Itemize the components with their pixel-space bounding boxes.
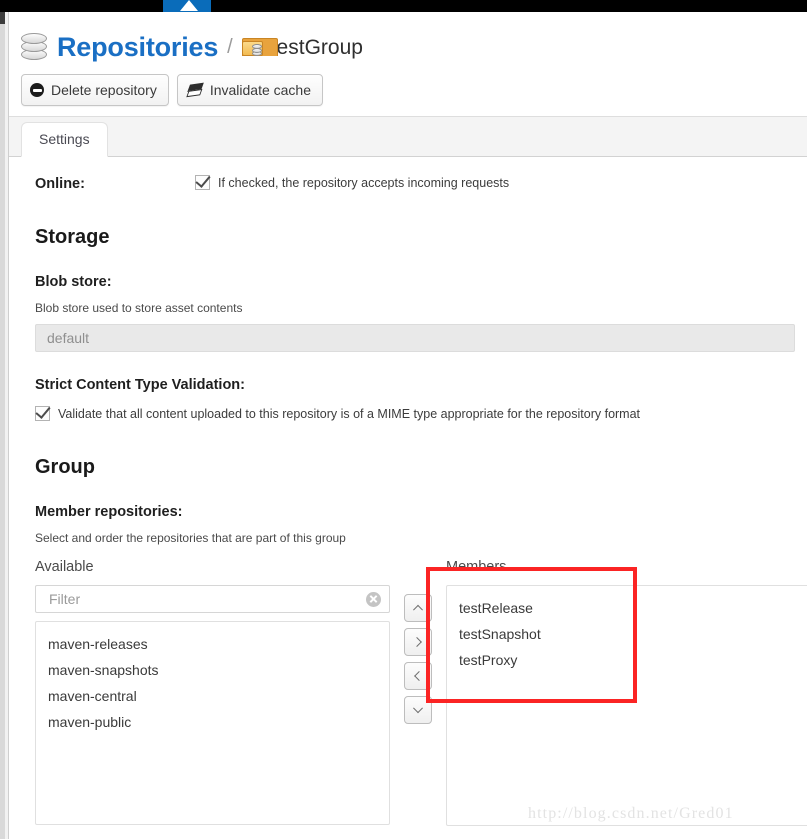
move-down-button[interactable] (404, 696, 432, 724)
available-heading: Available (35, 559, 390, 577)
member-repositories-hint: Select and order the repositories that a… (35, 531, 807, 545)
chevron-up-icon (413, 605, 423, 615)
list-item[interactable]: testSnapshot (447, 621, 807, 647)
breadcrumb-separator: / (227, 37, 233, 57)
list-item[interactable]: maven-central (36, 683, 389, 709)
online-description: If checked, the repository accepts incom… (218, 175, 509, 191)
toolbar: Delete repository Invalidate cache (9, 70, 807, 110)
chevron-right-icon (412, 637, 422, 647)
available-filter[interactable] (35, 585, 390, 613)
available-column: Available maven-releases maven-snapshots… (35, 559, 390, 825)
tab-settings[interactable]: Settings (21, 122, 108, 157)
top-nav-strip (0, 0, 807, 12)
strict-content-type-checkbox[interactable] (35, 406, 50, 421)
list-item[interactable]: maven-public (36, 709, 389, 735)
move-up-button[interactable] (404, 594, 432, 622)
blob-store-hint: Blob store used to store asset contents (35, 301, 807, 315)
clear-filter-icon[interactable] (366, 592, 381, 607)
watermark: http://blog.csdn.net/Gred01 (528, 805, 734, 823)
member-repositories-dual-list: Available maven-releases maven-snapshots… (35, 559, 807, 826)
repository-settings-page: Repositories / testGroup Delete reposito… (9, 12, 807, 839)
transfer-buttons (390, 559, 446, 724)
chevron-down-icon (413, 703, 423, 713)
strict-content-type-description: Validate that all content uploaded to th… (58, 406, 640, 422)
group-section-title: Group (35, 456, 807, 479)
members-column: Members testRelease testSnapshot testPro… (446, 559, 807, 826)
page-title: Repositories (57, 34, 218, 61)
list-item[interactable]: maven-releases (36, 631, 389, 657)
repository-group-folder-icon (242, 38, 264, 57)
list-item[interactable]: maven-snapshots (36, 657, 389, 683)
chevron-left-icon (414, 671, 424, 681)
strict-content-type-label: Strict Content Type Validation: (35, 377, 807, 393)
list-item[interactable]: testRelease (447, 595, 807, 621)
delete-circle-icon (30, 83, 44, 97)
blob-store-value: default (47, 330, 89, 346)
list-item[interactable]: testProxy (447, 647, 807, 673)
delete-repository-label: Delete repository (51, 82, 157, 98)
blob-store-select: default (35, 324, 795, 352)
add-to-members-button[interactable] (404, 628, 432, 656)
eraser-icon (185, 82, 204, 97)
page-header: Repositories / testGroup (9, 12, 807, 70)
tab-bar: Settings (9, 116, 807, 157)
available-filter-input[interactable] (47, 590, 366, 608)
members-list[interactable]: testRelease testSnapshot testProxy (446, 585, 807, 826)
member-repositories-label: Member repositories: (35, 504, 807, 520)
invalidate-cache-label: Invalidate cache (210, 82, 311, 98)
blob-store-label: Blob store: (35, 274, 807, 290)
tab-settings-label: Settings (39, 131, 90, 147)
members-heading: Members (446, 559, 807, 577)
breadcrumb-current: testGroup (271, 37, 363, 58)
online-field-row: Online: If checked, the repository accep… (35, 157, 807, 192)
storage-section-title: Storage (35, 226, 807, 249)
strict-content-type-row: Validate that all content uploaded to th… (35, 406, 807, 422)
settings-form: Online: If checked, the repository accep… (9, 157, 807, 826)
delete-repository-button[interactable]: Delete repository (21, 74, 169, 106)
online-label: Online: (35, 175, 195, 192)
available-list[interactable]: maven-releases maven-snapshots maven-cen… (35, 621, 390, 825)
online-checkbox[interactable] (195, 175, 210, 190)
remove-from-members-button[interactable] (404, 662, 432, 690)
invalidate-cache-button[interactable]: Invalidate cache (177, 74, 323, 106)
database-icon (21, 32, 47, 62)
nav-caret-notch (180, 0, 198, 11)
